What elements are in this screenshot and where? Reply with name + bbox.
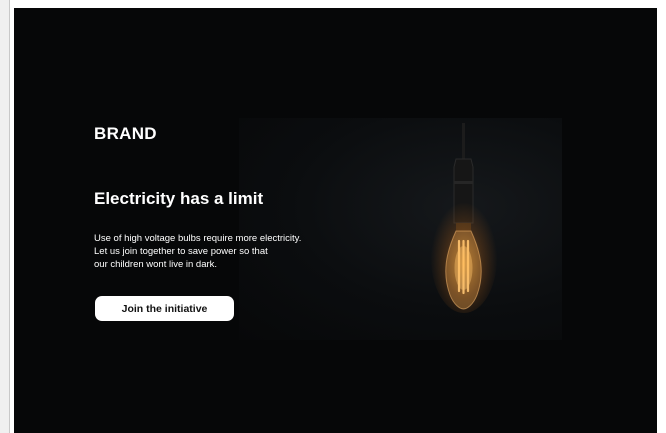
description-line-3: our children wont live in dark. [94,259,218,270]
bulb-icon [429,123,499,323]
description-line-1: Use of high voltage bulbs require more e… [94,233,302,244]
page-frame: BRAND Electricity has a limit Use of hig… [0,0,666,433]
scrollbar-track[interactable] [0,0,10,433]
hero-banner: BRAND Electricity has a limit Use of hig… [14,8,657,433]
brand-logo: BRAND [94,124,157,143]
hero-photo [239,118,562,340]
hero-headline: Electricity has a limit [94,189,264,208]
description-line-2: Let us join together to save power so th… [94,246,268,257]
hero-description: Use of high voltage bulbs require more e… [94,232,364,271]
bulb-glow [431,203,497,313]
join-initiative-button[interactable]: Join the initiative [95,296,234,321]
